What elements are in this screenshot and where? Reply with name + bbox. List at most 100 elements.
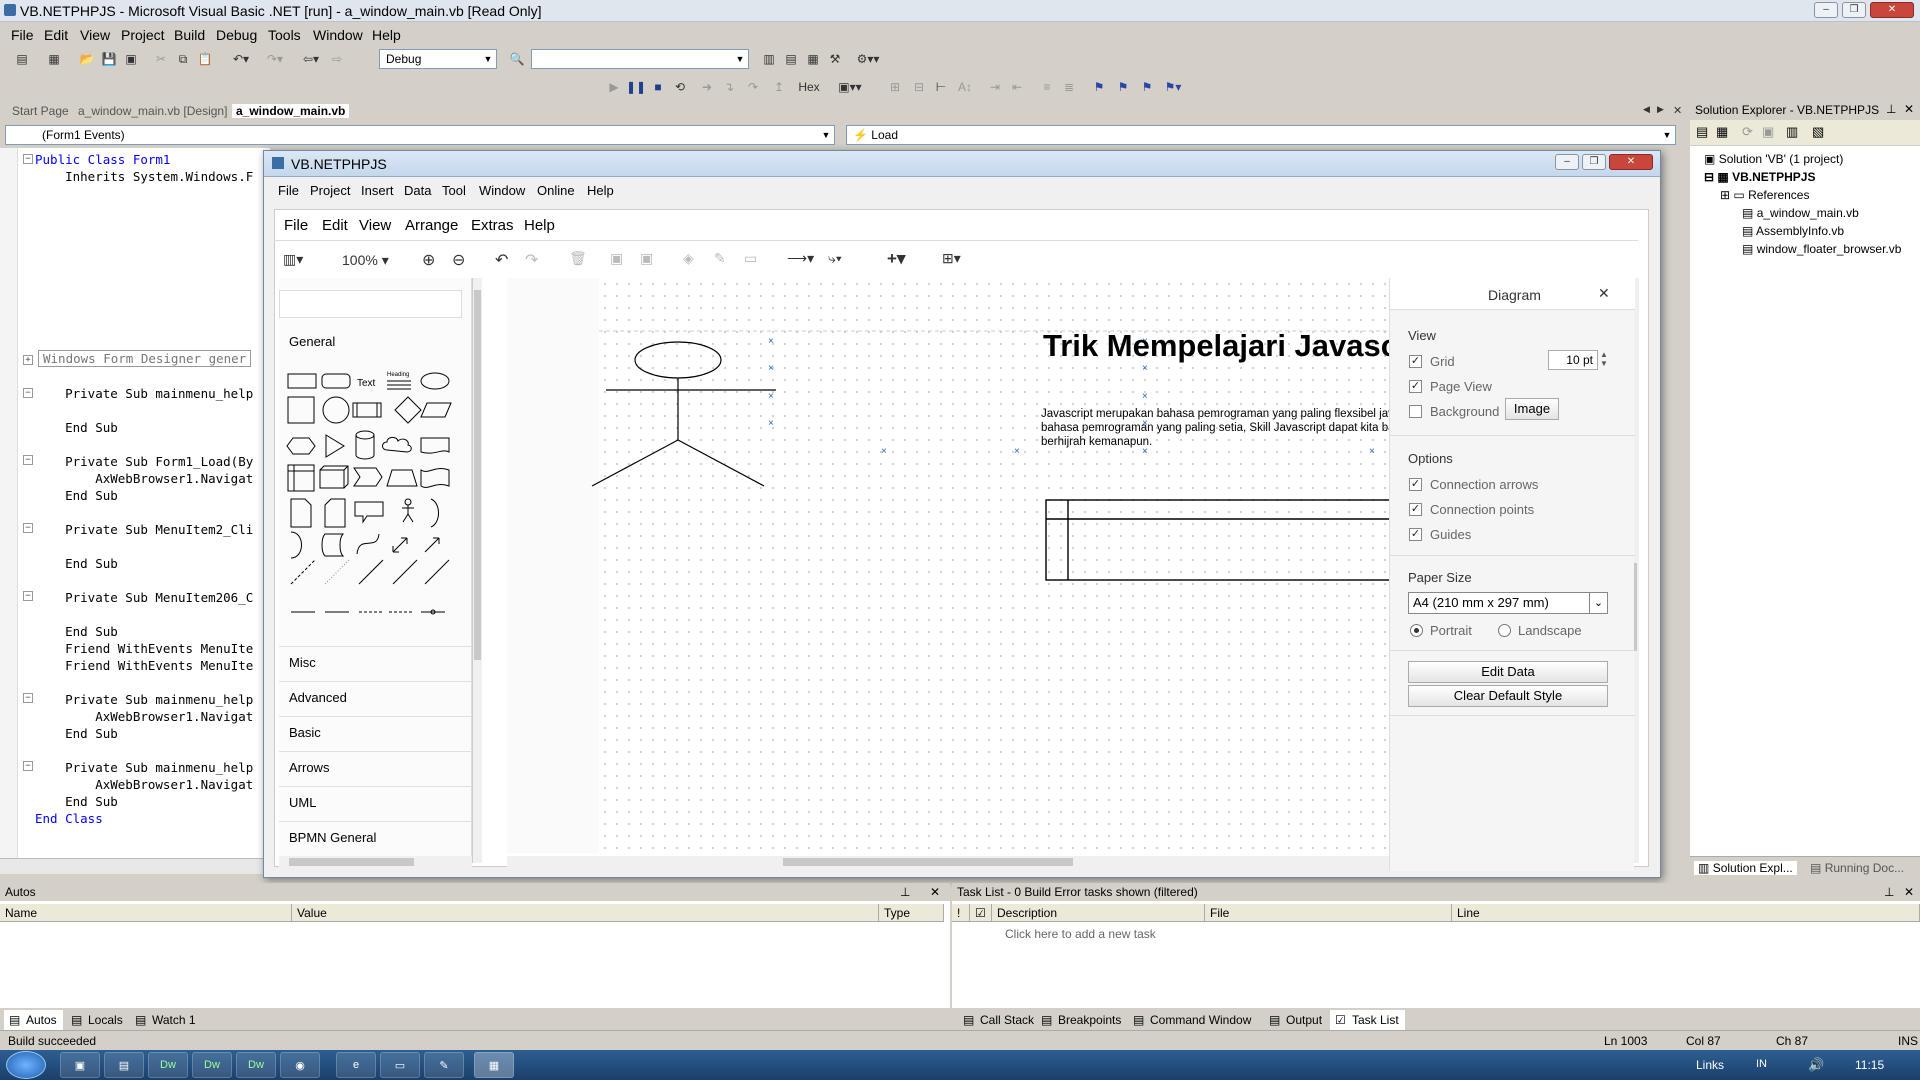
refresh-icon[interactable]: ⟳ <box>1742 124 1753 140</box>
collapse-toggle-icon[interactable]: − <box>23 154 33 164</box>
scroll-tabs-right-icon[interactable]: ▶ <box>1657 104 1664 115</box>
solution-explorer-icon[interactable]: ▥ <box>760 49 778 69</box>
code-editor[interactable]: − Public Class Form1 Inherits System.Win… <box>0 148 270 858</box>
menu-tools[interactable]: Tools <box>268 27 301 43</box>
portrait-radio[interactable] <box>1410 624 1423 637</box>
category-basic[interactable]: Basic <box>279 716 472 751</box>
diagram-menu-view[interactable]: View <box>359 217 391 234</box>
diagram-menu-edit[interactable]: Edit <box>322 217 348 234</box>
grid-checkbox[interactable]: ✓ <box>1409 355 1422 368</box>
tree-item-assemblyinfo[interactable]: ▤ AssemblyInfo.vb <box>1742 224 1844 238</box>
new-project-icon[interactable]: ▤ <box>12 49 32 69</box>
tab-breakpoints[interactable]: ▤ Breakpoints <box>1036 1010 1127 1030</box>
format-panel-icon[interactable]: ▥▾ <box>283 251 303 268</box>
shape-search-input[interactable] <box>279 290 462 318</box>
collapse-toggle-icon[interactable]: − <box>23 591 33 601</box>
diagram-menu-help[interactable]: Help <box>524 217 555 234</box>
menu-view[interactable]: View <box>80 27 110 43</box>
waypoints-icon[interactable]: ⤷▾ <box>828 250 842 267</box>
column-header-line[interactable]: Line <box>1452 904 1920 922</box>
zoom-dropdown[interactable]: 100% ▾ <box>342 252 389 269</box>
tab-start-page[interactable]: Start Page <box>12 104 69 118</box>
text-case-icon[interactable]: A↕ <box>956 77 974 97</box>
toolbox-icon[interactable]: ▦ <box>804 49 822 69</box>
bookmark-prev-icon[interactable]: ⚑ <box>1138 77 1156 97</box>
pin-icon[interactable]: ⊥ <box>1886 102 1896 116</box>
bookmark-clear-icon[interactable]: ⚑▾ <box>1160 77 1186 97</box>
properties-icon[interactable]: ▥ <box>1786 124 1798 140</box>
tools-icon[interactable]: ⚒ <box>826 49 844 69</box>
tree-item-references[interactable]: ⊞ ▭ References <box>1720 188 1809 202</box>
navigate-back-icon[interactable]: ⇦▾ <box>296 49 326 69</box>
show-next-statement-icon[interactable]: ➜ <box>699 77 715 97</box>
close-button[interactable]: ✕ <box>1870 2 1914 18</box>
collapse-toggle-icon[interactable]: − <box>23 693 33 703</box>
view-designer-icon[interactable]: ▦ <box>1716 124 1728 140</box>
taskbar-dreamweaver-icon[interactable]: Dw <box>192 1052 232 1078</box>
general-shapes-grid[interactable]: Text Heading <box>279 364 472 654</box>
floater-menu-insert[interactable]: Insert <box>361 183 394 198</box>
menu-help[interactable]: Help <box>372 27 401 43</box>
class-name-combo[interactable]: (Form1 Events) ▼ <box>5 125 835 145</box>
to-front-icon[interactable]: ▣ <box>610 250 623 267</box>
menu-edit[interactable]: Edit <box>44 27 68 43</box>
category-bpmn-general[interactable]: BPMN General <box>279 821 472 856</box>
to-back-icon[interactable]: ▣ <box>640 250 653 267</box>
floater-menu-file[interactable]: File <box>278 183 299 198</box>
library-scrollbar[interactable] <box>472 278 482 863</box>
diagram-menu-file[interactable]: File <box>284 217 308 234</box>
taskbar-dreamweaver-icon[interactable]: Dw <box>236 1052 276 1078</box>
align-center-icon[interactable]: ⊟ <box>910 77 928 97</box>
uncomment-icon[interactable]: ≣ <box>1060 77 1078 97</box>
outdent-icon[interactable]: ⇤ <box>1008 77 1026 97</box>
column-header-type[interactable]: Type <box>879 904 944 922</box>
category-advanced[interactable]: Advanced <box>279 681 472 716</box>
category-uml[interactable]: UML <box>279 786 472 821</box>
collapse-toggle-icon[interactable]: − <box>23 455 33 465</box>
paste-icon[interactable]: 📋 <box>196 49 214 69</box>
volume-icon[interactable]: 🔊 <box>1808 1057 1824 1073</box>
comment-icon[interactable]: ≡ <box>1038 77 1056 97</box>
page-view-checkbox[interactable]: ✓ <box>1409 380 1422 393</box>
close-panel-icon[interactable]: ✕ <box>930 885 940 899</box>
column-header-priority[interactable]: ! <box>952 904 970 922</box>
connection-icon[interactable]: ⟶▾ <box>787 250 814 267</box>
fill-color-icon[interactable]: ◈ <box>683 250 694 267</box>
tab-watch-1[interactable]: ▤ Watch 1 <box>130 1010 202 1030</box>
close-panel-icon[interactable]: ✕ <box>1598 285 1610 302</box>
menu-debug[interactable]: Debug <box>216 27 257 43</box>
zoom-in-icon[interactable]: ⊕ <box>422 250 435 270</box>
floater-close-button[interactable]: ✕ <box>1609 154 1653 170</box>
grid-size-input[interactable]: 10 pt <box>1548 350 1598 370</box>
add-item-icon[interactable]: ▦ <box>44 49 64 69</box>
floater-menu-data[interactable]: Data <box>404 183 431 198</box>
tab-task-list[interactable]: ☑ Task List <box>1330 1010 1405 1030</box>
save-all-icon[interactable]: ▣ <box>122 49 140 69</box>
menu-build[interactable]: Build <box>174 27 205 43</box>
category-arrows[interactable]: Arrows <box>279 751 472 786</box>
floater-menu-window[interactable]: Window <box>479 183 525 198</box>
taskbar-vbnet-icon[interactable]: ▦ <box>474 1052 514 1078</box>
undo-icon[interactable]: ↶▾ <box>228 49 254 69</box>
find-in-files-icon[interactable]: 🔍 <box>508 49 526 69</box>
break-all-icon[interactable]: ❚❚ <box>626 77 646 97</box>
menu-file[interactable]: File <box>11 27 34 43</box>
shadow-icon[interactable]: ▭ <box>744 250 757 267</box>
bookmark-next-icon[interactable]: ⚑ <box>1114 77 1132 97</box>
tree-item-a-window-main[interactable]: ▤ a_window_main.vb <box>1742 206 1859 220</box>
floater-menu-online[interactable]: Online <box>537 183 575 198</box>
tree-project[interactable]: ⊟ ▦ VB.NETPHPJS <box>1704 170 1815 184</box>
step-out-icon[interactable]: ↥ <box>770 77 788 97</box>
code-region[interactable]: Windows Form Designer gener <box>38 350 252 367</box>
taskbar-folder-icon[interactable]: ▭ <box>380 1052 420 1078</box>
close-panel-icon[interactable]: ✕ <box>1904 885 1914 899</box>
save-icon[interactable]: 💾 <box>100 49 118 69</box>
clock[interactable]: 11:15 <box>1855 1058 1884 1072</box>
column-header-name[interactable]: Name <box>0 904 292 922</box>
show-all-files-icon[interactable]: ▣ <box>1762 124 1774 140</box>
copy-project-icon[interactable]: ▧ <box>1812 124 1824 140</box>
step-into-icon[interactable]: ↴ <box>720 77 738 97</box>
bookmark-toggle-icon[interactable]: ⚑ <box>1090 77 1108 97</box>
tab-call-stack[interactable]: ▤ Call Stack <box>958 1010 1040 1030</box>
taskbar-chrome-icon[interactable]: ◉ <box>280 1052 320 1078</box>
